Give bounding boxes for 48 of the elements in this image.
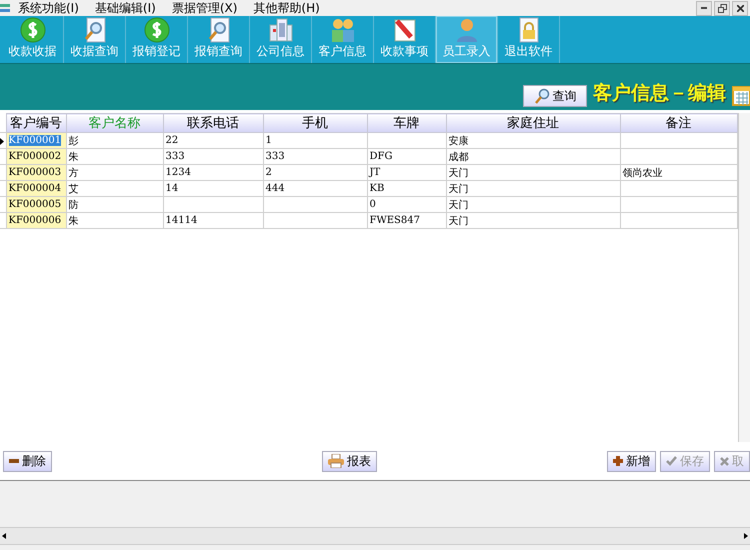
table-cell: 333 xyxy=(263,148,367,164)
table-cell: KF000002 xyxy=(6,148,66,164)
column-header[interactable]: 联系电话 xyxy=(163,114,263,132)
column-header[interactable]: 手机 xyxy=(263,114,367,132)
page-title: 客户信息－编辑 xyxy=(593,81,726,106)
menu-item[interactable]: 其他帮助(H) xyxy=(245,0,328,16)
table-cell: 天门 xyxy=(446,164,620,180)
table-cell: 天门 xyxy=(446,212,620,228)
table-cell: 成都 xyxy=(446,148,620,164)
table-cell: 14114 xyxy=(163,212,263,228)
table-cell: 领尚农业 xyxy=(620,164,737,180)
table-cell: 天门 xyxy=(446,196,620,212)
table-cell: 方 xyxy=(66,164,163,180)
table-cell: 1 xyxy=(263,132,367,148)
table-cell: DFG xyxy=(367,148,446,164)
column-header[interactable]: 车牌 xyxy=(367,114,446,132)
search-button[interactable]: 查询 xyxy=(523,85,587,107)
menu-item[interactable]: 基础编辑(I) xyxy=(86,0,164,16)
table-cell: 333 xyxy=(163,148,263,164)
table-cell: 防 xyxy=(66,196,163,212)
table-cell: 1234 xyxy=(163,164,263,180)
table-cell: 艾 xyxy=(66,180,163,196)
column-header[interactable]: 家庭住址 xyxy=(446,114,620,132)
table-cell: 0 xyxy=(367,196,446,212)
table-cell: 朱 xyxy=(66,212,163,228)
column-header[interactable]: 备注 xyxy=(620,114,737,132)
table-cell: 2 xyxy=(263,164,367,180)
table-cell: 22 xyxy=(163,132,263,148)
table-cell: KF000003 xyxy=(6,164,66,180)
table-cell: JT xyxy=(367,164,446,180)
action-button[interactable]: 删除 xyxy=(3,450,52,472)
action-button[interactable]: 报表 xyxy=(322,450,377,472)
table-cell: KF000005 xyxy=(6,196,66,212)
menu-item[interactable]: 系统功能(I) xyxy=(10,0,87,16)
table-cell: KB xyxy=(367,180,446,196)
table-cell: 天门 xyxy=(446,180,620,196)
column-header[interactable]: 客户编号 xyxy=(6,114,66,132)
table-cell: 安康 xyxy=(446,132,620,148)
menu-item[interactable]: 票据管理(X) xyxy=(164,0,246,16)
table-cell: KF000001 xyxy=(6,132,66,148)
action-button[interactable]: 新增 xyxy=(607,450,656,472)
table-cell: 彭 xyxy=(66,132,163,148)
table-cell: FWES847 xyxy=(367,212,446,228)
table-cell: 444 xyxy=(263,180,367,196)
table-cell: KF000006 xyxy=(6,212,66,228)
table-cell: 14 xyxy=(163,180,263,196)
table-cell: 朱 xyxy=(66,148,163,164)
table-cell: KF000004 xyxy=(6,180,66,196)
